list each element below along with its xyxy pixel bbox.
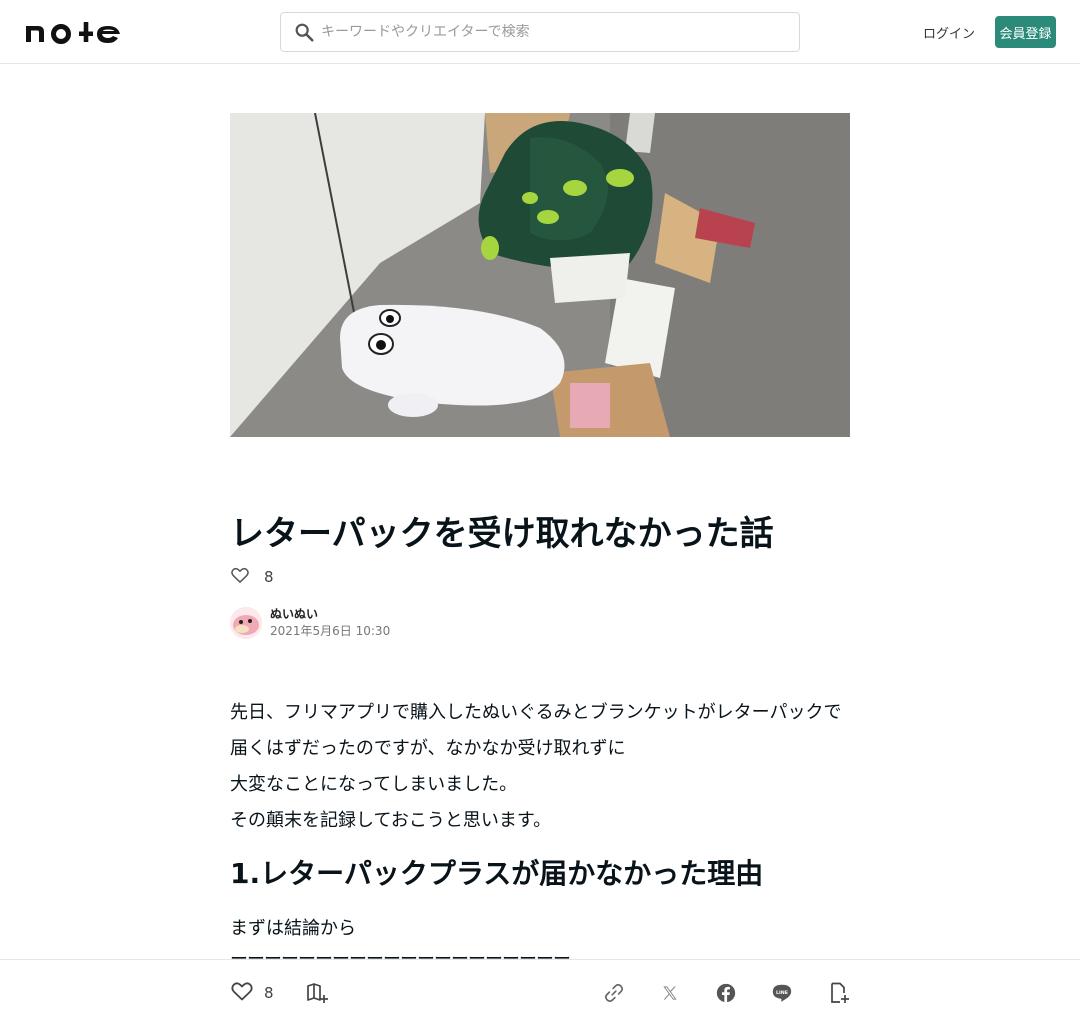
note-add-icon[interactable] [826, 980, 852, 1006]
svg-text:LINE: LINE [776, 990, 788, 996]
author-block[interactable]: ぬいぬい 2021年5月6日 10:30 [230, 606, 390, 640]
signup-button[interactable]: 会員登録 [995, 16, 1056, 48]
article-title: レターパックを受け取れなかった話 [230, 514, 774, 554]
author-name[interactable]: ぬいぬい [270, 606, 390, 622]
search-input[interactable] [321, 24, 781, 40]
avatar[interactable] [230, 607, 262, 639]
login-link[interactable]: ログイン [922, 16, 976, 48]
search-box[interactable] [280, 12, 800, 52]
link-icon[interactable] [601, 980, 627, 1006]
publish-date: 2021年5月6日 10:30 [270, 624, 391, 638]
search-icon [281, 13, 321, 51]
line-icon[interactable]: LINE [769, 980, 795, 1006]
like-button[interactable]: 8 [230, 980, 274, 1006]
article-body: 先日、フリマアプリで購入したぬいぐるみとブランケットがレターパックで届くはずだっ… [230, 695, 850, 839]
like-count: 8 [264, 984, 274, 1002]
global-header: ログイン 会員登録 [0, 0, 1080, 64]
section-subheading: まずは結論から [230, 918, 356, 939]
body-paragraph: その顛末を記録しておこうと思います。 [230, 810, 552, 831]
magazine-add-icon[interactable] [304, 980, 330, 1006]
bottom-action-bar: 8 LINE [0, 959, 1080, 1024]
facebook-icon[interactable] [713, 980, 739, 1006]
section-heading: 1.レターパックプラスが届かなかった理由 [230, 857, 764, 890]
heart-icon[interactable] [230, 979, 254, 1007]
like-summary[interactable]: 8 [230, 566, 274, 588]
like-count: 8 [264, 568, 274, 586]
heart-icon[interactable] [230, 565, 250, 589]
note-logo[interactable] [24, 18, 124, 46]
article-eyecatch-image [230, 113, 850, 437]
x-icon[interactable] [657, 980, 683, 1006]
body-paragraph: 大変なことになってしまいました。 [230, 774, 518, 795]
body-paragraph: 先日、フリマアプリで購入したぬいぐるみとブランケットがレターパックで届くはずだっ… [230, 702, 842, 759]
